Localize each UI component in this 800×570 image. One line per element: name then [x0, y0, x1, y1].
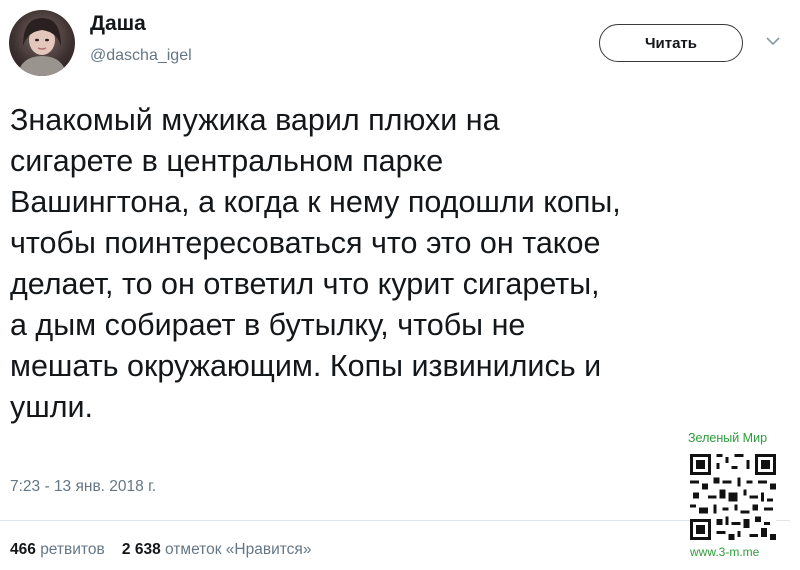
author-name[interactable]: Даша [90, 12, 146, 36]
retweets-count[interactable]: 466 [10, 541, 36, 558]
tweet-text: Знакомый мужика варил плюхи на сигарете … [10, 100, 790, 428]
tweet-timestamp[interactable]: 7:23 - 13 янв. 2018 г. [10, 478, 156, 496]
likes-count[interactable]: 2 638 [122, 541, 161, 558]
tweet-line: а дым собирает в бутылку, чтобы не [10, 308, 526, 342]
author-handle[interactable]: @dascha_igel [90, 47, 192, 65]
qr-code-icon [690, 454, 776, 540]
tweet-line: сигарете в центральном парке [10, 144, 444, 178]
follow-button[interactable]: Читать [599, 24, 743, 62]
retweets-label[interactable]: ретвитов [40, 541, 105, 558]
tweet-line: мешать окружающим. Копы извинились и [10, 349, 602, 383]
tweet-line: ушли. [10, 390, 94, 424]
likes-label[interactable]: отметок «Нравится» [165, 541, 311, 558]
chevron-down-icon[interactable] [766, 36, 780, 46]
tweet-line: чтобы поинтересоваться что это он такое [10, 226, 601, 260]
watermark-url: www.3-m.me [690, 545, 760, 559]
tweet-line: делает, то он ответил что курит сигареты… [10, 267, 600, 301]
watermark-title: Зеленый Мир [688, 431, 768, 445]
avatar-image [17, 18, 67, 76]
divider [0, 520, 790, 521]
tweet-line: Вашингтона, а когда к нему подошли копы, [10, 185, 621, 219]
tweet-line: Знакомый мужика варил плюхи на [10, 103, 500, 137]
tweet-stats: 466 ретвитов 2 638 отметок «Нравится» [10, 541, 311, 559]
avatar[interactable] [9, 10, 75, 76]
